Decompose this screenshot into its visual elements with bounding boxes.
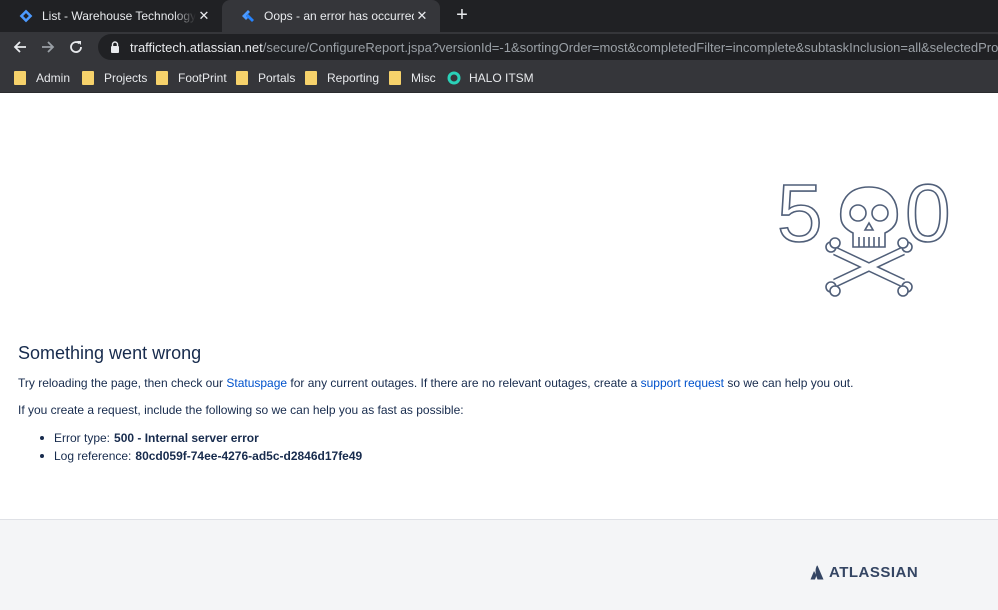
url-path: /secure/ConfigureReport.jspa?versionId=-… [262,39,998,55]
bookmarks-bar: Admin Projects FootPrint Portals Reporti… [0,62,998,93]
forward-arrow-icon[interactable] [36,35,60,59]
bookmark-label: FootPrint [178,71,227,85]
bookmark-portals[interactable]: Portals [236,68,295,88]
tab-oops-error[interactable]: Oops - an error has occurred ✕ [222,0,440,32]
new-tab-icon[interactable]: + [450,4,474,28]
instructions-text: for any current outages. If there are no… [287,376,641,390]
jira-icon [240,8,256,24]
list-item: Error type: 500 - Internal server error [40,429,362,447]
close-tab-icon[interactable]: ✕ [414,8,430,24]
error-details-list: Error type: 500 - Internal server error L… [40,429,362,465]
bookmark-misc[interactable]: Misc [389,68,436,88]
folder-icon [389,71,401,85]
page-title: Something went wrong [18,343,202,363]
bookmark-footprint[interactable]: FootPrint [156,68,227,88]
tab-title: List - Warehouse Technology Solutions [42,9,196,23]
request-instructions: If you create a request, include the fol… [18,403,464,417]
error-type-value: 500 - Internal server error [114,431,259,445]
illustration-digit-5: 5 [777,173,823,259]
skull-500-illustration: 5 0 [776,173,951,297]
folder-icon [82,71,94,85]
lock-icon [111,41,119,53]
log-reference-label: Log reference: [54,449,132,463]
statuspage-link[interactable]: Statuspage [226,376,287,390]
tab-strip: List - Warehouse Technology Solutions ✕ … [0,0,998,32]
folder-icon [305,71,317,85]
brand-name: ATLASSIAN [829,564,919,581]
bookmark-projects[interactable]: Projects [82,68,147,88]
url-host: traffictech.atlassian.net [130,39,263,55]
bookmark-label: Projects [104,71,148,85]
url-text: traffictech.atlassian.net/secure/Configu… [130,40,998,55]
atlassian-icon [810,565,824,580]
tab-list-warehouse[interactable]: List - Warehouse Technology Solutions ✕ [0,0,222,32]
back-arrow-icon[interactable] [8,35,32,59]
halo-icon [447,71,461,85]
reload-instructions: Try reloading the page, then check our S… [18,376,853,390]
support-request-link[interactable]: support request [641,376,724,390]
browser-toolbar: traffictech.atlassian.net/secure/Configu… [0,32,998,62]
error-page: 5 0 Something went wrong Try reloading t… [0,93,998,610]
reload-icon[interactable] [64,35,88,59]
bookmark-label: Reporting [327,71,380,85]
address-bar[interactable]: traffictech.atlassian.net/secure/Configu… [98,34,998,60]
instructions-text: Try reloading the page, then check our [18,376,227,390]
bookmark-halo-itsm[interactable]: HALO ITSM [447,68,534,88]
log-reference-value: 80cd059f-74ee-4276-ad5c-d2846d17fe49 [135,449,363,463]
folder-icon [14,71,26,85]
footer: ATLASSIAN [0,519,998,610]
jira-diamond-icon [18,8,34,24]
bookmark-label: Admin [36,71,71,85]
folder-icon [236,71,248,85]
error-type-label: Error type: [54,431,111,445]
bookmark-admin[interactable]: Admin [14,68,70,88]
folder-icon [156,71,168,85]
skull-icon [839,186,899,248]
close-tab-icon[interactable]: ✕ [196,8,212,24]
bookmark-label: HALO ITSM [469,71,534,85]
atlassian-logo[interactable]: ATLASSIAN [810,564,918,581]
tab-title: Oops - an error has occurred [264,9,414,23]
bookmark-reporting[interactable]: Reporting [305,68,379,88]
list-item: Log reference: 80cd059f-74ee-4276-ad5c-d2… [40,447,362,465]
instructions-text: so we can help you out. [724,376,854,390]
bookmark-label: Misc [411,71,436,85]
bookmark-label: Portals [258,71,296,85]
